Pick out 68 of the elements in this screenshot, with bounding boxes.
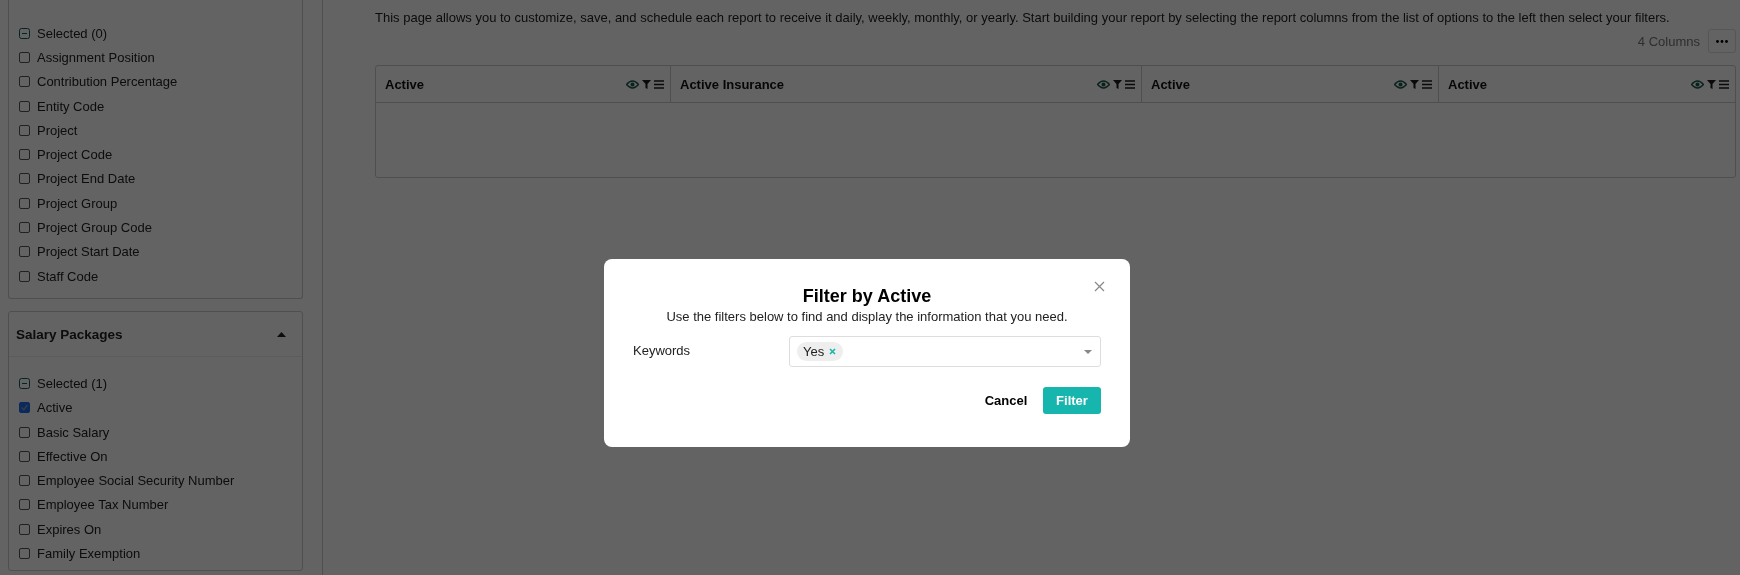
tag-text: Yes	[803, 344, 825, 359]
field-label: Keywords	[633, 342, 692, 358]
column-option[interactable]: Effective On	[37, 448, 108, 464]
checkbox[interactable]	[19, 450, 30, 462]
column-title: Active	[385, 76, 425, 92]
description-text: This page allows you to customize, save, and schedule each report to receive it daily, weekly, monthly, or yearly. Start building your report by selecting the report columns from the list of options to the left then select your filters.	[375, 10, 1671, 25]
checkbox[interactable]	[19, 402, 30, 414]
dialog-title: Filter by Active	[801, 286, 933, 307]
column-option[interactable]: Contribution Percentage	[37, 74, 178, 90]
close-icon[interactable]	[1094, 281, 1105, 292]
dropdown-caret-icon[interactable]	[1084, 349, 1092, 354]
column-option[interactable]: Active	[37, 400, 73, 416]
column-option[interactable]: Employee Social Security Number	[37, 473, 235, 489]
keywords-select[interactable]: Yes	[789, 336, 1101, 367]
column-title: Active	[1151, 76, 1191, 92]
checkbox[interactable]	[19, 76, 30, 88]
column-option[interactable]: Staff Code	[37, 268, 99, 284]
checkbox[interactable]	[19, 173, 30, 185]
menu-icon[interactable]	[654, 79, 664, 89]
column-option[interactable]: Expires On	[37, 521, 102, 537]
menu-icon[interactable]	[1719, 79, 1729, 89]
column-title: Active Insurance	[680, 76, 785, 92]
checkbox[interactable]	[19, 270, 30, 282]
checkbox[interactable]	[19, 100, 30, 112]
filter-icon[interactable]	[642, 79, 651, 89]
more-button[interactable]	[1708, 29, 1736, 53]
filter-button[interactable]: Filter	[1043, 387, 1101, 414]
column-option[interactable]: Project Group Code	[37, 220, 152, 235]
menu-icon[interactable]	[1422, 79, 1432, 89]
eye-icon[interactable]	[1394, 79, 1407, 89]
checkbox[interactable]	[19, 426, 30, 438]
checkbox[interactable]	[19, 499, 30, 511]
column-option[interactable]: Project Group	[37, 195, 118, 211]
checkbox[interactable]	[19, 197, 30, 209]
filter-icon[interactable]	[1410, 79, 1419, 89]
filter-icon[interactable]	[1113, 79, 1122, 89]
checkbox[interactable]	[19, 51, 30, 63]
column-option[interactable]: Project End Date	[37, 171, 136, 187]
column-option[interactable]: Basic Salary	[37, 424, 110, 440]
dots-icon	[1716, 39, 1728, 43]
checkbox[interactable]	[19, 246, 30, 258]
eye-icon[interactable]	[1097, 79, 1110, 89]
dialog-subtitle: Use the filters below to find and display the information that you need.	[665, 309, 1069, 324]
checkbox[interactable]	[19, 548, 30, 559]
column-option[interactable]: Project Code	[37, 147, 113, 163]
checkbox[interactable]	[19, 475, 30, 487]
panel-title: Salary Packages	[16, 326, 123, 342]
selected-count: Selected (0)	[37, 25, 108, 41]
selected-count: Selected (1)	[37, 375, 108, 391]
checkbox[interactable]	[19, 149, 30, 161]
column-option[interactable]: Project Start Date	[37, 244, 140, 260]
column-option[interactable]: Family Exemption	[37, 546, 141, 561]
minus-square-icon[interactable]	[19, 27, 30, 39]
caret-icon[interactable]	[277, 331, 286, 337]
checkbox[interactable]	[19, 222, 30, 233]
checkbox[interactable]	[19, 523, 30, 535]
eye-icon[interactable]	[626, 79, 639, 89]
column-option[interactable]: Assignment Position	[37, 49, 155, 65]
eye-icon[interactable]	[1691, 79, 1704, 89]
remove-icon[interactable]	[829, 348, 837, 355]
column-option[interactable]: Employee Tax Number	[37, 497, 169, 513]
checkbox[interactable]	[19, 124, 30, 136]
column-title: Active	[1448, 76, 1488, 92]
menu-icon[interactable]	[1125, 79, 1135, 89]
filter-icon[interactable]	[1707, 79, 1716, 89]
column-option[interactable]: Entity Code	[37, 98, 105, 114]
minus-square-icon[interactable]	[19, 377, 30, 389]
column-option[interactable]: Project	[37, 122, 78, 138]
